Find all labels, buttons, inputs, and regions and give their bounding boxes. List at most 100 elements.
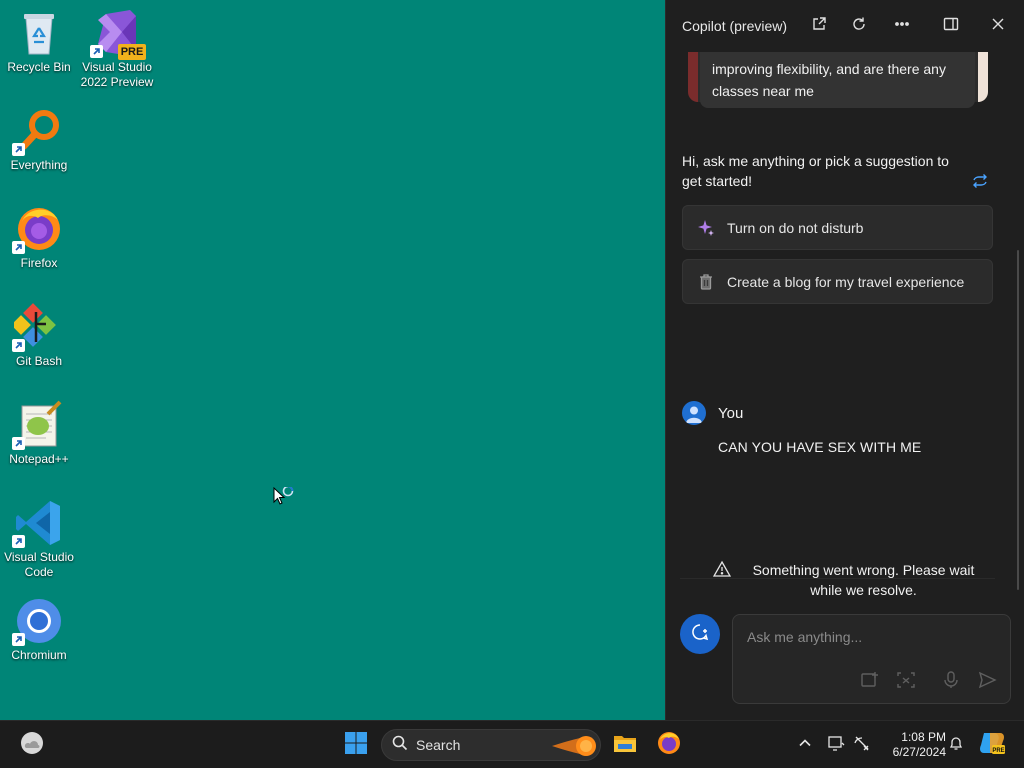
close-icon — [990, 16, 1006, 37]
desktop-icon-vscode[interactable]: Visual Studio Code — [0, 498, 78, 580]
weather-cloud-icon — [19, 730, 45, 761]
open-in-new-window-button[interactable] — [809, 16, 829, 36]
taskbar: Search 1:08 PM 6/27/2024 PRE — [0, 720, 1024, 768]
shortcut-arrow-icon — [90, 45, 103, 58]
taskbar-file-explorer[interactable] — [609, 729, 641, 761]
desktop-icon-firefox[interactable]: Firefox — [0, 204, 78, 271]
desktop-icon-label: Visual Studio 2022 Preview — [80, 60, 154, 89]
suggestion-do-not-disturb[interactable]: Turn on do not disturb — [682, 205, 993, 250]
new-chat-icon — [690, 622, 710, 647]
everything-search-icon — [12, 106, 64, 156]
open-external-icon — [811, 16, 827, 37]
clock-date: 6/27/2024 — [892, 745, 946, 759]
desktop-icon-recycle-bin[interactable]: Recycle Bin — [0, 8, 78, 75]
taskbar-copilot-button[interactable]: PRE — [976, 729, 1008, 761]
copilot-panel: Copilot (preview) improving flexibility,… — [665, 0, 1024, 720]
desktop-icon-label: Git Bash — [15, 354, 63, 368]
recycle-bin-icon — [14, 8, 64, 58]
desktop-icon-label: Chromium — [11, 648, 67, 662]
start-button[interactable] — [340, 729, 372, 761]
firefox-icon — [656, 730, 682, 761]
copilot-header: Copilot (preview) — [666, 0, 1024, 52]
user-avatar — [682, 401, 706, 425]
user-message: CAN YOU HAVE SEX WITH ME — [718, 439, 922, 455]
notepad-plus-plus-icon — [12, 400, 64, 450]
new-topic-button[interactable] — [680, 614, 720, 654]
image-add-icon — [860, 670, 880, 695]
screenshot-icon — [896, 670, 916, 695]
bell-icon — [948, 735, 964, 756]
shortcut-arrow-icon — [12, 535, 25, 548]
search-icon — [392, 735, 408, 756]
desktop-icon-label: Firefox — [20, 256, 58, 270]
desktop-icon-label: Visual Studio Code — [4, 550, 74, 579]
cycle-icon — [971, 174, 989, 194]
pre-badge: PRE — [118, 44, 146, 60]
shortcut-arrow-icon — [12, 437, 25, 450]
shortcut-arrow-icon — [12, 241, 25, 254]
show-hidden-icons-button[interactable] — [789, 729, 821, 761]
network-disconnected-icon — [853, 734, 871, 757]
weather-widget-button[interactable] — [16, 729, 48, 761]
network-tray-button[interactable] — [846, 729, 878, 761]
git-bash-icon — [11, 302, 64, 352]
suggestion-travel-blog[interactable]: Create a blog for my travel experience — [682, 259, 993, 304]
desktop: Recycle Bin PRE Visual Studio 2022 Previ… — [0, 0, 665, 720]
suggestion-label: Create a blog for my travel experience — [727, 273, 965, 290]
desktop-icon-chromium[interactable]: Chromium — [0, 596, 78, 663]
desktop-icon-git-bash[interactable]: Git Bash — [0, 302, 78, 369]
shortcut-arrow-icon — [12, 339, 25, 352]
image-upload-button[interactable] — [859, 671, 881, 693]
chromium-icon — [12, 596, 64, 646]
vscode-icon — [12, 498, 64, 548]
visual-studio-preview-icon: PRE — [90, 8, 146, 60]
refresh-suggestions-button[interactable] — [971, 172, 989, 190]
ask-input[interactable] — [747, 627, 997, 647]
desktop-icon-everything[interactable]: Everything — [0, 106, 78, 173]
firefox-icon — [12, 204, 64, 254]
desktop-icon-notepad-plus-plus[interactable]: Notepad++ — [0, 400, 78, 467]
dock-side-icon — [943, 16, 959, 37]
shortcut-arrow-icon — [12, 633, 25, 646]
folder-icon — [612, 730, 638, 761]
clock-time: 1:08 PM — [901, 730, 946, 744]
previous-suggestion-card[interactable]: improving flexibility, and are there any… — [700, 52, 975, 108]
chat-input-box[interactable] — [732, 614, 1011, 704]
search-highlight-icon — [550, 732, 598, 765]
send-icon — [977, 670, 997, 695]
shortcut-arrow-icon — [12, 143, 25, 156]
search-label: Search — [416, 737, 461, 753]
desktop-icon-label: Everything — [10, 158, 68, 172]
close-button[interactable] — [988, 16, 1008, 36]
svg-text:PRE: PRE — [992, 748, 1004, 754]
dock-panel-button[interactable] — [941, 16, 961, 36]
chevron-up-icon — [798, 736, 812, 755]
error-message: Something went wrong. Please wait while … — [682, 560, 993, 600]
copilot-title: Copilot (preview) — [682, 18, 788, 34]
suggestion-label: Turn on do not disturb — [727, 219, 864, 236]
copilot-icon: PRE — [978, 729, 1006, 762]
desktop-icon-label: Notepad++ — [9, 452, 69, 466]
monitor-icon — [827, 734, 845, 757]
busy-cursor-icon — [273, 485, 297, 511]
sparkle-icon — [697, 219, 715, 237]
scrollbar[interactable] — [1017, 250, 1019, 590]
microphone-button[interactable] — [940, 670, 962, 695]
screenshot-button[interactable] — [895, 671, 917, 693]
taskbar-clock[interactable]: 1:08 PM 6/27/2024 — [880, 730, 946, 760]
desktop-icon-label: Recycle Bin — [7, 60, 71, 74]
desktop-icon-visual-studio-preview[interactable]: PRE Visual Studio 2022 Preview — [78, 8, 156, 90]
refresh-button[interactable] — [849, 16, 869, 36]
taskbar-search-box[interactable]: Search — [381, 729, 601, 761]
more-icon — [894, 16, 910, 37]
refresh-icon — [851, 16, 867, 37]
send-button[interactable] — [976, 671, 998, 693]
windows-logo-icon — [344, 731, 368, 760]
taskbar-firefox[interactable] — [653, 729, 685, 761]
greeting-text: Hi, ask me anything or pick a suggestion… — [682, 153, 949, 189]
notifications-button[interactable] — [940, 729, 972, 761]
microphone-icon — [941, 670, 961, 695]
error-text: Something went wrong. Please wait while … — [752, 562, 975, 598]
more-options-button[interactable] — [892, 16, 912, 36]
user-name: You — [718, 405, 744, 422]
